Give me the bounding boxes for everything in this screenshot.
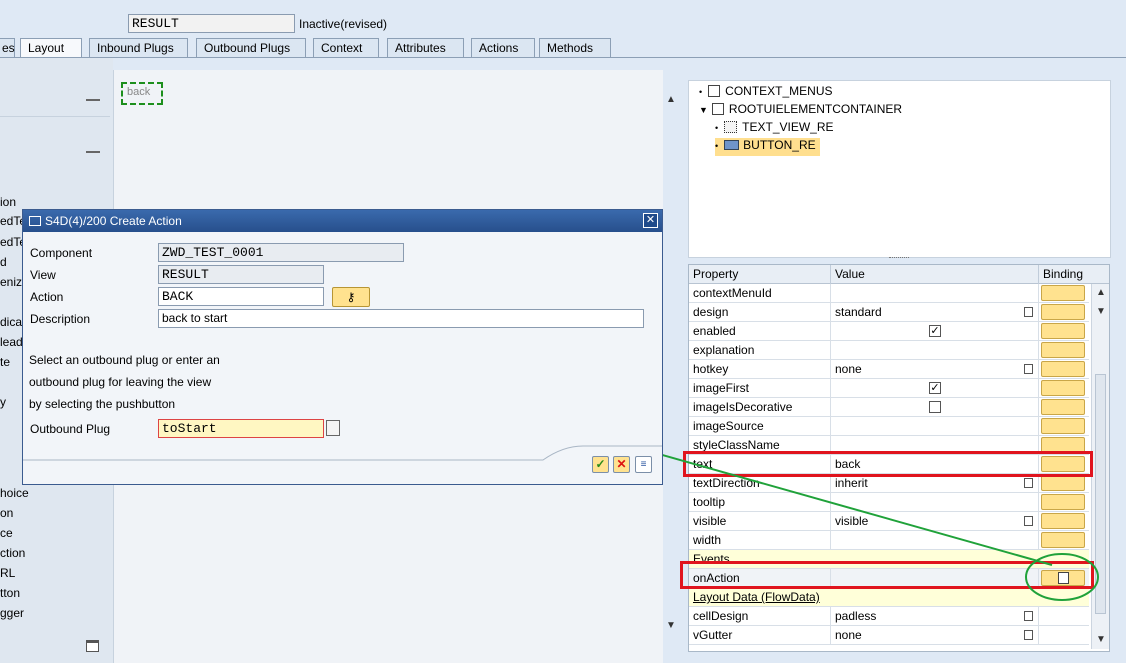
dialog-titlebar[interactable]: S4D(4)/200 Create Action bbox=[23, 210, 662, 232]
view-row: View RESULT bbox=[27, 265, 641, 285]
cancel-x-icon[interactable]: ✕ bbox=[613, 456, 630, 473]
dialog-icon bbox=[29, 216, 41, 226]
action-field[interactable]: BACK bbox=[158, 287, 324, 306]
create-action-dialog: S4D(4)/200 Create Action ✕ Component ZWD… bbox=[22, 209, 663, 485]
action-label: Action bbox=[30, 290, 64, 304]
description-row: Description back to start bbox=[27, 309, 644, 329]
component-label: Component bbox=[30, 246, 93, 260]
copy-icon[interactable] bbox=[326, 420, 340, 436]
description-label: Description bbox=[30, 312, 91, 326]
outbound-plug-field[interactable]: toStart bbox=[158, 419, 324, 438]
list-icon[interactable]: ≡ bbox=[635, 456, 652, 473]
confirm-check-icon[interactable]: ✓ bbox=[592, 456, 609, 473]
help-text-line: outbound plug for leaving the view bbox=[29, 375, 212, 389]
view-label: View bbox=[30, 268, 56, 282]
dialog-title: S4D(4)/200 Create Action bbox=[45, 214, 182, 228]
help-text-line: by selecting the pushbutton bbox=[29, 397, 176, 411]
description-field[interactable]: back to start bbox=[158, 309, 644, 328]
key-icon: ⚷ bbox=[346, 290, 356, 304]
action-row: Action BACK ⚷ bbox=[27, 287, 641, 307]
component-field: ZWD_TEST_0001 bbox=[158, 243, 404, 262]
view-field: RESULT bbox=[158, 265, 324, 284]
outbound-plug-row: Outbound Plug toStart bbox=[27, 419, 641, 439]
annotation-ellipse bbox=[1025, 553, 1099, 601]
close-icon[interactable]: ✕ bbox=[643, 213, 658, 228]
component-row: Component ZWD_TEST_0001 bbox=[27, 243, 641, 263]
outbound-plug-label: Outbound Plug bbox=[30, 422, 111, 436]
action-value-help-button[interactable]: ⚷ bbox=[332, 287, 370, 307]
dialog-footer-curve bbox=[23, 445, 662, 461]
help-text-line: Select an outbound plug or enter an bbox=[29, 353, 220, 367]
